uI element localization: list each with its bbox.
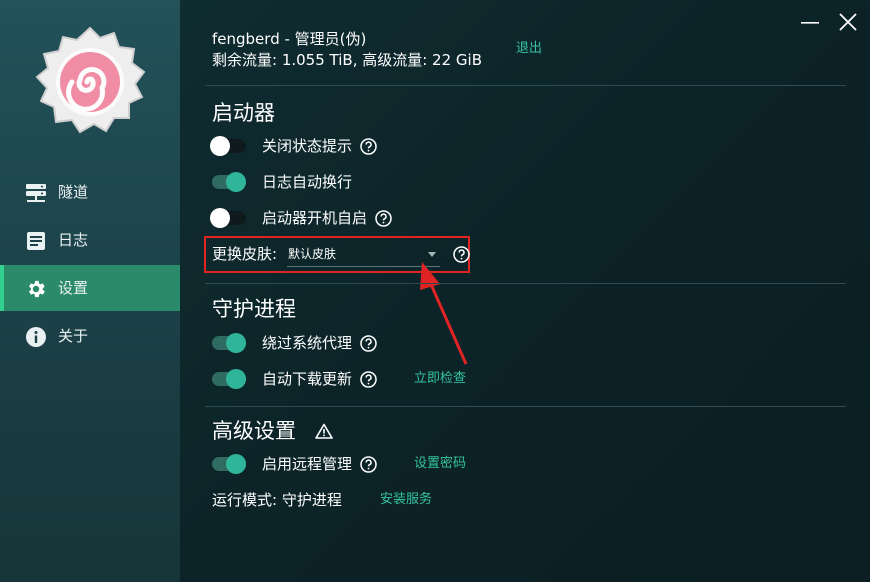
help-icon[interactable]	[360, 370, 377, 388]
setting-bypass-proxy: 绕过系统代理	[212, 332, 377, 354]
info-icon	[26, 327, 46, 347]
sidebar-item-label: 设置	[58, 279, 89, 297]
setting-log-wrap: 日志自动换行	[212, 171, 352, 193]
section-title-daemon: 守护进程	[212, 297, 296, 321]
skin-label: 更换皮肤:	[212, 245, 278, 263]
setting-label: 绕过系统代理	[262, 334, 353, 352]
server-icon	[26, 184, 46, 202]
setting-auto-update: 自动下载更新	[212, 368, 377, 390]
autostart-toggle[interactable]	[210, 208, 246, 228]
sidebar-item-label: 隧道	[58, 183, 89, 201]
help-icon[interactable]	[360, 137, 377, 155]
annotation-arrow-icon	[420, 262, 468, 365]
remote-management-toggle[interactable]	[212, 454, 246, 474]
document-icon	[27, 232, 45, 250]
sidebar-item-tunnels[interactable]: 隧道	[0, 169, 180, 215]
set-password-link[interactable]: 设置密码	[414, 455, 466, 473]
warning-icon	[315, 423, 333, 439]
sidebar-item-about[interactable]: 关于	[0, 313, 180, 359]
sidebar-item-label: 日志	[58, 231, 89, 249]
install-service-link[interactable]: 安装服务	[380, 491, 432, 509]
setting-remote-management: 启用远程管理	[212, 453, 377, 475]
setting-label: 日志自动换行	[262, 173, 353, 191]
caret-down-icon	[428, 252, 436, 257]
divider	[205, 85, 846, 86]
divider	[205, 283, 846, 284]
sidebar-item-settings[interactable]: 设置	[0, 265, 180, 311]
setting-label: 启用远程管理	[262, 455, 353, 473]
setting-autostart: 启动器开机自启	[210, 207, 392, 229]
help-icon[interactable]	[360, 334, 377, 352]
divider	[205, 406, 846, 407]
sidebar-item-label: 关于	[58, 327, 89, 345]
setting-label: 启动器开机自启	[262, 209, 368, 227]
section-title-advanced: 高级设置	[212, 419, 296, 443]
auto-update-toggle[interactable]	[212, 369, 246, 389]
gear-icon	[29, 280, 45, 298]
app-logo	[35, 26, 146, 134]
run-mode-label: 运行模式: 守护进程	[212, 491, 342, 509]
log-wrap-toggle[interactable]	[212, 172, 246, 192]
close-status-tip-toggle[interactable]	[210, 136, 246, 156]
setting-label: 自动下载更新	[262, 370, 353, 388]
close-icon[interactable]	[838, 12, 858, 32]
setting-close-status-tip: 关闭状态提示	[210, 135, 377, 157]
section-title-launcher: 启动器	[212, 101, 275, 125]
sidebar-item-logs[interactable]: 日志	[0, 217, 180, 263]
help-icon[interactable]	[360, 455, 377, 473]
user-name: fengberd - 管理员(伪)	[212, 30, 367, 48]
bypass-proxy-toggle[interactable]	[212, 333, 246, 353]
minimize-icon[interactable]	[800, 12, 820, 32]
skin-select-value: 默认皮肤	[288, 247, 337, 261]
sidebar: 隧道 日志 设置 关于	[0, 0, 180, 582]
help-icon[interactable]	[375, 209, 392, 227]
traffic-info: 剩余流量: 1.055 TiB, 高级流量: 22 GiB	[212, 51, 482, 69]
setting-label: 关闭状态提示	[262, 137, 353, 155]
check-update-link[interactable]: 立即检查	[414, 370, 466, 388]
logout-link[interactable]: 退出	[516, 40, 542, 58]
